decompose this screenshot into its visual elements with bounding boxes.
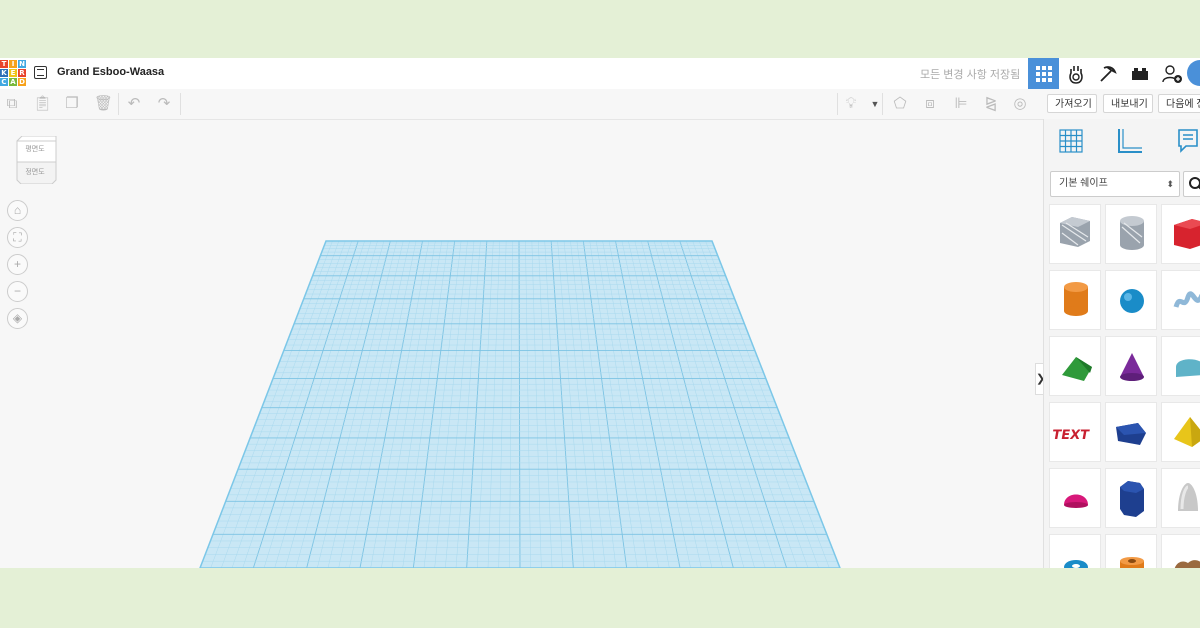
- divider: [882, 93, 883, 115]
- shape-roof[interactable]: [1049, 336, 1101, 396]
- cylinder-icon: [1064, 282, 1088, 316]
- zoom-in-icon[interactable]: +: [7, 254, 28, 275]
- roof-icon: [1062, 357, 1092, 381]
- edit-toolbar: ⧉ 📋︎ ❐ 🗑︎ ↶ ↷ 💡︎ ▼ ⬠ ⧈ ⊫ ⧎ ◎ 가져오기 내보내기 다…: [0, 89, 1200, 120]
- circuits-icon[interactable]: [1060, 58, 1091, 89]
- bricks-icon[interactable]: [1124, 58, 1155, 89]
- logo-letter: N: [18, 60, 26, 68]
- shape-shape-generator[interactable]: [1161, 534, 1200, 568]
- profile-avatar[interactable]: [1187, 60, 1200, 86]
- export-button[interactable]: 내보내기: [1103, 94, 1153, 113]
- view-cube[interactable]: 평면도 정면도: [14, 136, 58, 184]
- shapes-panel: 기본 쉐이프 ⬍ TEXT: [1043, 119, 1200, 568]
- cube-top-label: 평면도: [25, 146, 45, 153]
- shape-cylinder[interactable]: [1049, 270, 1101, 330]
- shape-pyramid[interactable]: [1161, 402, 1200, 462]
- tinkercad-editor: TIN KER CAD Grand Esboo-Waasa 모든 변경 사항 저장됨…: [0, 58, 1200, 568]
- tinkercad-logo[interactable]: TIN KER CAD: [0, 60, 26, 87]
- logo-letter: I: [9, 60, 17, 68]
- top-bar: TIN KER CAD Grand Esboo-Waasa 모든 변경 사항 저장됨: [0, 58, 1200, 90]
- shape-library-label: 기본 쉐이프: [1059, 178, 1108, 189]
- hexagonal-prism-icon: [1120, 481, 1144, 517]
- import-button[interactable]: 가져오기: [1047, 94, 1097, 113]
- undo-icon[interactable]: ↶: [126, 96, 142, 112]
- scribble-icon: [1173, 291, 1200, 308]
- light-bulb-icon[interactable]: 💡︎: [843, 96, 859, 112]
- logo-letter: E: [9, 69, 17, 77]
- cone-icon: [1120, 353, 1144, 381]
- shape-torus[interactable]: [1049, 534, 1101, 568]
- logo-letter: A: [9, 78, 17, 86]
- redo-icon[interactable]: ↷: [156, 96, 172, 112]
- workplane-icon[interactable]: [1057, 127, 1087, 157]
- fit-view-icon[interactable]: ⛶: [7, 227, 28, 248]
- 3d-design-icon[interactable]: [1028, 58, 1059, 89]
- add-user-icon[interactable]: [1156, 58, 1187, 89]
- paraboloid-icon: [1178, 483, 1198, 511]
- shape-half-sphere[interactable]: [1049, 468, 1101, 528]
- svg-text:TEXT: TEXT: [1051, 428, 1090, 443]
- divider: [180, 93, 181, 115]
- align-icon[interactable]: ⊫: [953, 96, 969, 112]
- mirror-icon[interactable]: ⧎: [983, 96, 999, 112]
- send-to-button[interactable]: 다음에 전송: [1158, 94, 1200, 113]
- search-icon[interactable]: [1183, 171, 1200, 197]
- chevron-down-icon[interactable]: ▼: [867, 96, 883, 112]
- logo-letter: R: [18, 69, 26, 77]
- polygon-icon: [1116, 423, 1146, 445]
- project-title[interactable]: Grand Esboo-Waasa: [57, 66, 164, 78]
- shape-box[interactable]: [1161, 204, 1200, 264]
- design-list-icon[interactable]: [34, 66, 47, 79]
- shape-cone[interactable]: [1105, 336, 1157, 396]
- shape-hexagonal-prism[interactable]: [1105, 468, 1157, 528]
- shape-generator-icon: [1174, 560, 1200, 568]
- text-icon: TEXT: [1051, 428, 1090, 443]
- shape-text[interactable]: TEXT: [1049, 402, 1101, 462]
- sphere-icon: [1120, 289, 1144, 313]
- ruler-icon[interactable]: [1116, 127, 1146, 157]
- cruise-icon[interactable]: ◎: [1012, 96, 1028, 112]
- paste-icon[interactable]: 📋︎: [33, 96, 52, 112]
- shape-cylinder-hole[interactable]: [1105, 204, 1157, 264]
- zoom-out-icon[interactable]: −: [7, 281, 28, 302]
- logo-letter: D: [18, 78, 26, 86]
- notes-icon[interactable]: [1174, 127, 1200, 157]
- shape-paraboloid[interactable]: [1161, 468, 1200, 528]
- divider: [118, 93, 119, 115]
- perspective-icon[interactable]: ◈: [7, 308, 28, 329]
- box-icon: [1174, 219, 1200, 249]
- workplane-grid[interactable]: [0, 118, 1043, 568]
- logo-letter: K: [0, 69, 8, 77]
- half-sphere-icon: [1064, 494, 1088, 508]
- cube-front-label: 정면도: [25, 169, 45, 176]
- copy-icon[interactable]: ⧉: [4, 96, 20, 112]
- home-view-icon[interactable]: ⌂: [7, 200, 28, 221]
- duplicate-icon[interactable]: ❐: [64, 96, 80, 112]
- shape-polygon[interactable]: [1105, 402, 1157, 462]
- shape-round-roof[interactable]: [1161, 336, 1200, 396]
- note-icon[interactable]: ⬠: [892, 96, 908, 112]
- codeblocks-icon[interactable]: [1092, 58, 1123, 89]
- pyramid-icon: [1174, 417, 1200, 447]
- divider: [837, 93, 838, 115]
- round-roof-icon: [1176, 359, 1200, 377]
- delete-icon[interactable]: 🗑︎: [94, 96, 113, 112]
- group-icon[interactable]: ⧈: [922, 96, 938, 112]
- shape-sphere[interactable]: [1105, 270, 1157, 330]
- box-hole-icon: [1060, 217, 1090, 247]
- torus-icon: [1064, 560, 1088, 568]
- logo-letter: T: [0, 60, 8, 68]
- logo-letter: C: [0, 78, 8, 86]
- tube-icon: [1120, 557, 1144, 568]
- shape-tube[interactable]: [1105, 534, 1157, 568]
- select-arrows-icon: ⬍: [1166, 179, 1174, 189]
- shape-box-hole[interactable]: [1049, 204, 1101, 264]
- shape-scribble[interactable]: [1161, 270, 1200, 330]
- shape-library-select[interactable]: 기본 쉐이프 ⬍: [1050, 171, 1180, 197]
- cylinder-hole-icon: [1120, 216, 1144, 250]
- save-status: 모든 변경 사항 저장됨: [920, 69, 1021, 81]
